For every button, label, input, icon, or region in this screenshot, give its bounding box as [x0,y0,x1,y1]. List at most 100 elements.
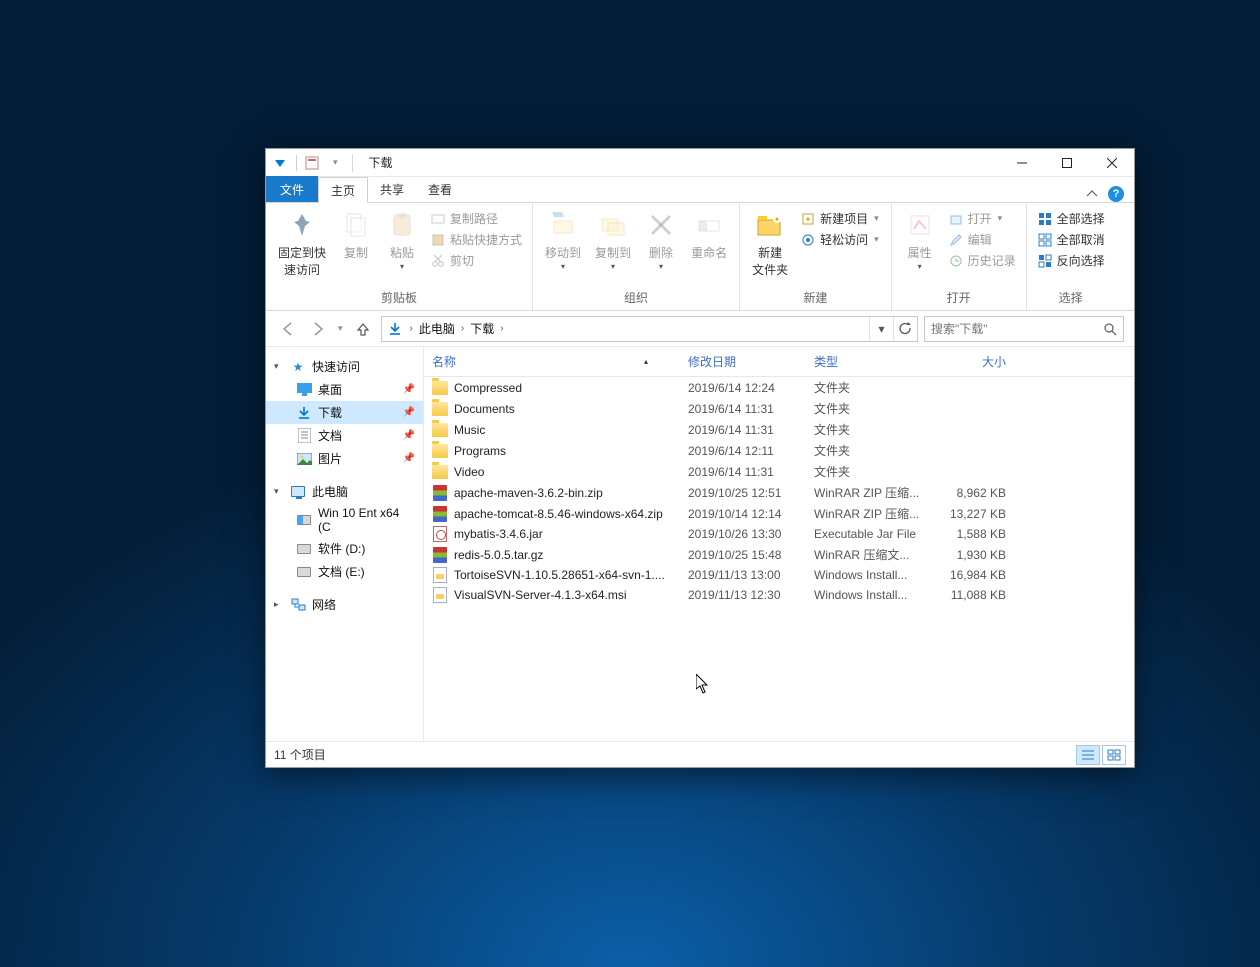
maximize-button[interactable] [1044,149,1089,177]
column-header-size[interactable]: 大小 [936,353,1006,370]
sidebar-quick-access[interactable]: ▾ ★ 快速访问 [266,355,423,378]
file-name: Music [454,423,485,437]
file-type: 文件夹 [814,463,936,480]
nav-back-button[interactable] [276,317,300,341]
file-row[interactable]: TortoiseSVN-1.10.5.28651-x64-svn-1....20… [424,565,1134,585]
file-name: redis-5.0.5.tar.gz [454,548,543,562]
file-type: 文件夹 [814,400,936,417]
file-type: WinRAR ZIP 压缩... [814,505,936,522]
tab-view[interactable]: 查看 [416,176,464,202]
sidebar-item-drive-d[interactable]: 软件 (D:) [266,537,423,560]
file-row[interactable]: Music2019/6/14 11:31文件夹 [424,419,1134,440]
chevron-down-icon: ▾ [400,262,404,271]
copy-path-button[interactable]: 复制路径 [428,209,524,228]
paste-button[interactable]: 粘贴 ▾ [382,207,422,273]
select-none-button[interactable]: 全部取消 [1035,230,1107,249]
file-list[interactable]: Compressed2019/6/14 12:24文件夹Documents201… [424,377,1134,741]
new-item-button[interactable]: ✦新建项目 ▾ [798,209,883,228]
file-date: 2019/10/25 15:48 [688,548,814,562]
column-header-name[interactable]: 名称▴ [432,353,688,370]
search-input[interactable] [931,322,1103,336]
properties-button[interactable]: 属性▾ [900,207,940,273]
group-label-open: 打开 [900,287,1018,308]
history-button[interactable]: 历史记录 [946,251,1018,270]
drive-icon [296,541,312,557]
sidebar-item-documents[interactable]: 文档📌 [266,424,423,447]
select-all-icon [1037,211,1053,227]
sidebar-item-pictures[interactable]: 图片📌 [266,447,423,470]
tab-home[interactable]: 主页 [318,177,368,203]
new-folder-button[interactable]: ✦ 新建 文件夹 [748,207,792,280]
cut-button[interactable]: 剪切 [428,251,524,270]
paste-shortcut-button[interactable]: 粘贴快捷方式 [428,230,524,249]
invert-icon [1037,253,1053,269]
sidebar-item-desktop[interactable]: 桌面📌 [266,378,423,401]
rename-button[interactable]: 重命名 [687,207,731,263]
svg-text:✦: ✦ [774,215,781,224]
invert-selection-button[interactable]: 反向选择 [1035,251,1107,270]
sidebar-item-drive-e[interactable]: 文档 (E:) [266,560,423,583]
file-type: Windows Install... [814,568,936,582]
file-row[interactable]: Documents2019/6/14 11:31文件夹 [424,398,1134,419]
qat-separator [296,155,297,171]
search-icon[interactable] [1103,322,1117,336]
delete-button[interactable]: 删除▾ [641,207,681,273]
view-details-button[interactable] [1076,745,1100,765]
tab-file[interactable]: 文件 [266,176,318,202]
file-row[interactable]: redis-5.0.5.tar.gz2019/10/25 15:48WinRAR… [424,544,1134,565]
file-row[interactable]: Compressed2019/6/14 12:24文件夹 [424,377,1134,398]
file-row[interactable]: apache-tomcat-8.5.46-windows-x64.zip2019… [424,503,1134,524]
new-folder-icon: ✦ [754,209,786,241]
tab-share[interactable]: 共享 [368,176,416,202]
qat-properties-icon[interactable] [305,156,319,170]
qat-customize-caret-icon[interactable]: ▾ [331,157,340,168]
nav-up-button[interactable] [351,317,375,341]
file-row[interactable]: VisualSVN-Server-4.1.3-x64.msi2019/11/13… [424,585,1134,605]
ribbon-collapse-icon[interactable] [1086,188,1098,200]
column-header-type[interactable]: 类型 [814,353,936,370]
pin-to-quick-access-button[interactable]: 固定到快 速访问 [274,207,330,280]
file-row[interactable]: apache-maven-3.6.2-bin.zip2019/10/25 12:… [424,482,1134,503]
address-dropdown-button[interactable]: ▾ [869,317,893,341]
refresh-button[interactable] [893,317,917,341]
crumb-this-pc[interactable]: 此电脑 [415,320,459,337]
open-button[interactable]: 打开 ▾ [946,209,1018,228]
help-icon[interactable]: ? [1108,186,1124,202]
edit-button[interactable]: 编辑 [946,230,1018,249]
drive-icon [296,512,312,528]
status-bar: 11 个项目 [266,741,1134,767]
crumb-downloads[interactable]: 下载 [466,320,498,337]
sidebar-item-downloads[interactable]: 下载📌 [266,401,423,424]
file-name: mybatis-3.4.6.jar [454,527,543,541]
pictures-icon [296,451,312,467]
column-header-date[interactable]: 修改日期 [688,353,814,370]
folder-icon [432,443,448,459]
close-button[interactable] [1089,149,1134,177]
search-box[interactable] [924,316,1124,342]
address-bar[interactable]: › 此电脑 › 下载 › ▾ [381,316,918,342]
file-type: WinRAR ZIP 压缩... [814,484,936,501]
sidebar-network[interactable]: ▸ 网络 [266,593,423,616]
desktop-icon [296,382,312,398]
copy-button[interactable]: 复制 [336,207,376,263]
easy-access-button[interactable]: 轻松访问 ▾ [798,230,883,249]
copy-to-button[interactable]: 复制到▾ [591,207,635,273]
file-row[interactable]: Programs2019/6/14 12:11文件夹 [424,440,1134,461]
file-name: Video [454,465,484,479]
nav-forward-button[interactable] [306,317,330,341]
select-all-button[interactable]: 全部选择 [1035,209,1107,228]
history-icon [948,253,964,269]
view-large-icons-button[interactable] [1102,745,1126,765]
file-name: Compressed [454,381,522,395]
sidebar-item-drive-c[interactable]: Win 10 Ent x64 (C [266,503,423,537]
easy-access-icon [800,232,816,248]
qat-down-arrow-icon[interactable] [272,155,288,171]
jar-icon [432,526,448,542]
nav-recent-dropdown[interactable]: ▾ [336,323,345,334]
minimize-button[interactable] [999,149,1044,177]
file-row[interactable]: Video2019/6/14 11:31文件夹 [424,461,1134,482]
sidebar-this-pc[interactable]: ▾ 此电脑 [266,480,423,503]
file-row[interactable]: mybatis-3.4.6.jar2019/10/26 13:30Executa… [424,524,1134,544]
copy-path-icon [430,211,446,227]
move-to-button[interactable]: 移动到▾ [541,207,585,273]
